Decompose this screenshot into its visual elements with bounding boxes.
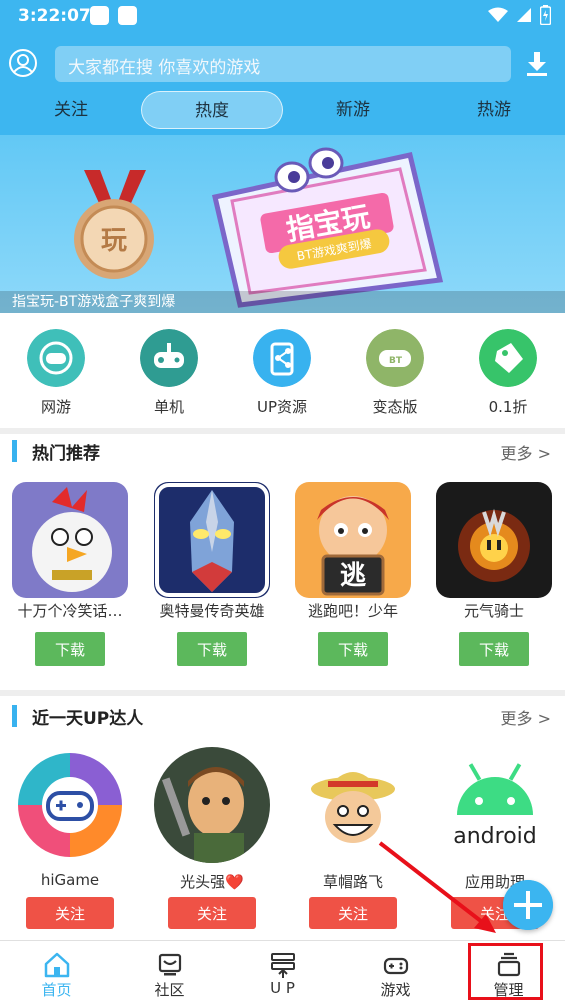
category-bt-version[interactable]: BT 变态版	[350, 329, 440, 421]
tab-popular[interactable]: 热游	[444, 91, 544, 129]
bald-man-avatar-icon	[154, 747, 270, 863]
battery-icon	[540, 5, 551, 25]
category-label: 变态版	[372, 398, 418, 416]
category-tabs: 关注 热度 新游 热游	[0, 91, 565, 129]
bt-gamepad-icon: BT	[366, 329, 424, 387]
section-divider	[0, 428, 565, 434]
higame-avatar-icon	[12, 747, 128, 863]
game-name: 奥特曼传奇英雄	[159, 602, 265, 620]
user-profile-icon[interactable]	[8, 48, 38, 78]
top-bar: 3:22:07 大家都在搜 你喜欢的游戏 关注 热度 新游 热游	[0, 0, 565, 135]
hot-section-header: 热门推荐 更多 >	[0, 437, 565, 467]
tab-new[interactable]: 新游	[303, 91, 403, 129]
status-icons	[488, 5, 551, 25]
download-button[interactable]: 下载	[35, 632, 105, 666]
up-user-name: 草帽路飞	[322, 873, 383, 891]
gamepad-icon	[140, 329, 198, 387]
follow-button[interactable]: 关注	[26, 897, 114, 929]
tab-follow[interactable]: 关注	[21, 91, 121, 129]
section-title: 热门推荐	[32, 444, 100, 464]
up-user-name: 光头强❤️	[180, 873, 244, 891]
nav-label: U P	[270, 979, 295, 997]
rooster-game-icon	[12, 482, 128, 598]
hot-more-link[interactable]: 更多 >	[501, 440, 552, 464]
home-icon	[44, 952, 70, 978]
share-phone-icon	[253, 329, 311, 387]
game-name: 逃跑吧！少年	[307, 602, 398, 620]
gamepad-nav-icon	[383, 957, 409, 975]
banner-artwork: 玩 指宝玩 BT游戏爽到爆	[74, 147, 444, 308]
nav-label: 首页	[41, 981, 72, 999]
banner-caption: 指宝玩-BT游戏盒子爽到爆	[12, 294, 176, 310]
escape-sign-text: 逃	[340, 561, 366, 591]
add-fab-button[interactable]	[503, 880, 553, 930]
up-more-link[interactable]: 更多 >	[501, 705, 552, 729]
notification-icon	[118, 6, 137, 25]
nav-home[interactable]: 首页	[0, 941, 113, 1004]
download-button[interactable]: 下载	[459, 632, 529, 666]
category-row: 网游 单机 UP资源 BT 变态版 0.1折	[0, 313, 565, 428]
category-label: 单机	[153, 398, 184, 416]
search-input[interactable]: 大家都在搜 你喜欢的游戏	[55, 46, 511, 82]
notification-icon	[90, 6, 109, 25]
status-time: 3:22:07	[18, 6, 91, 26]
up-server-icon	[271, 953, 295, 978]
category-up-resources[interactable]: UP资源	[237, 329, 327, 421]
download-icon[interactable]	[524, 50, 550, 78]
medal-text: 玩	[101, 226, 127, 256]
soul-knight-game-icon	[436, 482, 552, 598]
promo-banner[interactable]: 玩 指宝玩 BT游戏爽到爆 指宝玩-BT游戏盒子爽到爆	[0, 135, 565, 313]
android-logo-text: android	[453, 824, 537, 849]
luffy-avatar-icon	[295, 747, 411, 863]
ultraman-game-icon	[154, 482, 270, 598]
nav-label: 游戏	[380, 981, 411, 999]
category-online-games[interactable]: 网游	[11, 329, 101, 421]
category-label: 网游	[40, 398, 71, 416]
tab-hot[interactable]: 热度	[141, 91, 283, 129]
section-title: 近一天UP达人	[32, 709, 144, 729]
nav-community[interactable]: 社区	[113, 941, 226, 1004]
highlight-box	[468, 943, 543, 1000]
category-single-player[interactable]: 单机	[124, 329, 214, 421]
section-accent-bar	[12, 440, 17, 462]
section-divider	[0, 690, 565, 696]
nav-label: 社区	[154, 981, 185, 999]
game-name: 元气骑士	[463, 602, 524, 620]
status-bar: 3:22:07	[0, 0, 565, 34]
android-avatar-icon: android	[437, 747, 553, 863]
up-section-header: 近一天UP达人 更多 >	[0, 702, 565, 732]
search-placeholder: 大家都在搜 你喜欢的游戏	[68, 58, 261, 78]
wifi-icon	[488, 7, 508, 22]
category-label: 0.1折	[488, 398, 528, 416]
up-user-name: hiGame	[40, 871, 100, 889]
svg-text:BT: BT	[389, 356, 403, 366]
category-discount[interactable]: 0.1折	[463, 329, 553, 421]
game-name: 十万个冷笑话…	[17, 602, 123, 620]
download-button[interactable]: 下载	[318, 632, 388, 666]
community-icon	[158, 953, 182, 976]
section-accent-bar	[12, 705, 17, 727]
follow-button[interactable]: 关注	[168, 897, 256, 929]
download-button[interactable]: 下载	[177, 632, 247, 666]
escape-boy-game-icon: 逃	[295, 482, 411, 598]
gamepad-globe-icon	[27, 329, 85, 387]
signal-icon	[517, 8, 531, 22]
nav-games[interactable]: 游戏	[339, 941, 452, 1004]
discount-tag-icon	[479, 329, 537, 387]
category-label: UP资源	[256, 398, 308, 416]
nav-up[interactable]: U P	[226, 941, 339, 1004]
follow-button[interactable]: 关注	[309, 897, 397, 929]
